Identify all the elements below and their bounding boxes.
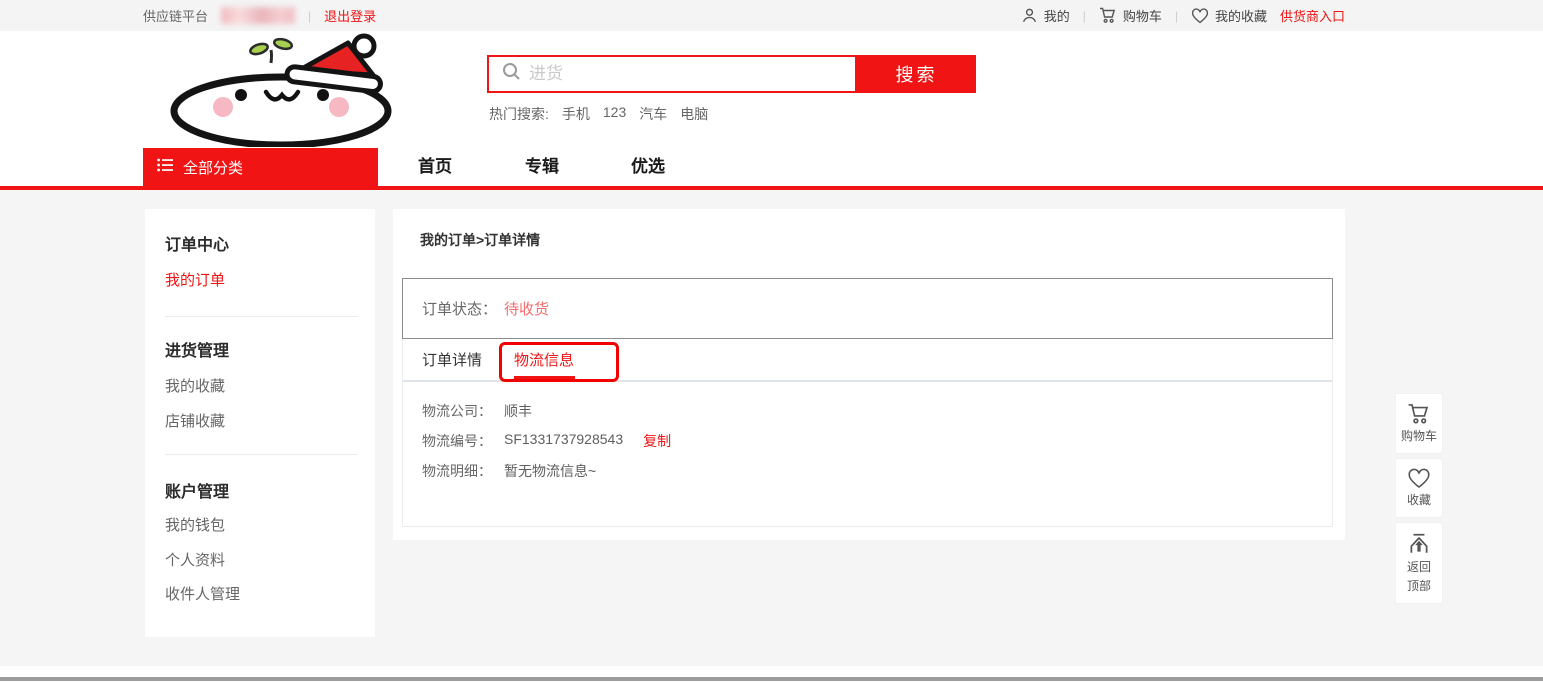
sidebar-item-shop-favorites[interactable]: 店铺收藏 xyxy=(165,410,225,431)
sidebar-item-profile[interactable]: 个人资料 xyxy=(165,549,225,570)
logistics-company-label: 物流公司： xyxy=(422,401,504,421)
hot-search-item[interactable]: 手机 xyxy=(562,104,590,124)
sidebar-item-my-favorites[interactable]: 我的收藏 xyxy=(165,375,225,396)
tab-row: 订单详情 物流信息 xyxy=(403,339,1332,382)
heart-icon xyxy=(1407,468,1431,489)
search-input[interactable] xyxy=(529,64,855,84)
sidebar-section-purchase-mgmt: 进货管理 xyxy=(165,337,229,361)
search-button[interactable]: 搜索 xyxy=(857,55,976,93)
back-to-top-icon xyxy=(1407,532,1431,556)
hot-search-label: 热门搜索: xyxy=(489,104,549,124)
order-status-box: 订单状态： 待收货 xyxy=(402,278,1333,339)
hot-search-item[interactable]: 123 xyxy=(603,104,626,124)
cart-icon xyxy=(1407,403,1431,425)
sidebar-item-my-orders[interactable]: 我的订单 xyxy=(165,269,225,290)
all-categories-button[interactable]: 全部分类 xyxy=(143,148,378,186)
cart-link[interactable]: 购物车 xyxy=(1099,6,1162,25)
topbar-divider: | xyxy=(308,9,311,23)
sidebar-divider xyxy=(165,316,358,317)
nav-item-home[interactable]: 首页 xyxy=(418,148,452,186)
logistics-number-label: 物流编号： xyxy=(422,431,504,451)
main-nav: 全部分类 首页 专辑 优选 xyxy=(0,148,1543,186)
order-status-value: 待收货 xyxy=(504,298,549,319)
logistics-number-row: 物流编号： SF1331737928543 复制 xyxy=(422,431,671,451)
logistics-company-row: 物流公司： 顺丰 xyxy=(422,401,532,421)
logistics-number-value: SF1331737928543 xyxy=(504,431,623,451)
order-status-label: 订单状态： xyxy=(422,298,497,319)
order-detail-panel: 我的订单>订单详情 订单状态： 待收货 订单详情 物流信息 物流公司： 顺丰 物… xyxy=(393,209,1345,540)
topbar-right: 我的 | 购物车 | 我的收藏 供货商入口 xyxy=(1021,0,1345,31)
sidebar-item-my-wallet[interactable]: 我的钱包 xyxy=(165,514,225,535)
topbar-divider: | xyxy=(1175,9,1178,23)
search-icon xyxy=(502,62,521,86)
float-favorite-button[interactable]: 收藏 xyxy=(1395,458,1443,518)
back-to-top-button[interactable]: 返回 顶部 xyxy=(1395,522,1443,604)
breadcrumb: 我的订单>订单详情 xyxy=(420,230,540,250)
category-list-icon xyxy=(157,158,173,176)
logistics-company-value: 顺丰 xyxy=(504,401,532,421)
topbar-left: 供应链平台 | 退出登录 xyxy=(143,0,376,31)
account-sidebar: 订单中心 我的订单 进货管理 我的收藏 店铺收藏 账户管理 我的钱包 个人资料 … xyxy=(145,209,375,637)
my-account-link[interactable]: 我的 xyxy=(1021,6,1070,25)
sidebar-section-order-center: 订单中心 xyxy=(165,231,229,255)
copy-button[interactable]: 复制 xyxy=(643,431,671,451)
supplier-entry-link[interactable]: 供货商入口 xyxy=(1280,6,1345,25)
back-to-top-label-1: 返回 xyxy=(1407,559,1431,575)
person-icon xyxy=(1021,7,1038,24)
logistics-detail-label: 物流明细： xyxy=(422,461,504,481)
cart-icon xyxy=(1099,7,1117,24)
order-tabs-box: 订单详情 物流信息 物流公司： 顺丰 物流编号： SF1331737928543… xyxy=(402,339,1333,527)
search-bar: 搜索 xyxy=(487,55,976,93)
search-box xyxy=(487,55,857,93)
topbar: 供应链平台 | 退出登录 我的 | 购物车 | xyxy=(0,0,1543,31)
heart-icon xyxy=(1191,8,1209,24)
float-cart-label: 购物车 xyxy=(1401,428,1437,444)
nav-item-album[interactable]: 专辑 xyxy=(525,148,559,186)
logistics-detail-value: 暂无物流信息~ xyxy=(504,461,596,481)
float-cart-button[interactable]: 购物车 xyxy=(1395,393,1443,454)
back-to-top-label-2: 顶部 xyxy=(1407,578,1431,594)
floating-toolbar: 购物车 收藏 返回 顶部 xyxy=(1395,393,1443,604)
hot-search-row: 热门搜索: 手机 123 汽车 电脑 xyxy=(489,104,708,124)
topbar-divider: | xyxy=(1083,9,1086,23)
sidebar-item-recipient-mgmt[interactable]: 收件人管理 xyxy=(165,583,240,604)
hot-search-item[interactable]: 汽车 xyxy=(639,104,667,124)
float-favorite-label: 收藏 xyxy=(1407,492,1431,508)
sidebar-section-account-mgmt: 账户管理 xyxy=(165,478,229,502)
nav-item-preferred[interactable]: 优选 xyxy=(631,148,665,186)
all-categories-label: 全部分类 xyxy=(183,157,243,178)
favorites-link[interactable]: 我的收藏 xyxy=(1191,6,1267,25)
logistics-detail-row: 物流明细： 暂无物流信息~ xyxy=(422,461,596,481)
username-blurred xyxy=(221,7,295,24)
horizontal-scrollbar[interactable] xyxy=(0,677,1543,681)
hot-search-item[interactable]: 电脑 xyxy=(680,104,708,124)
site-logo[interactable] xyxy=(170,33,395,147)
logout-link[interactable]: 退出登录 xyxy=(324,6,376,25)
tab-order-detail[interactable]: 订单详情 xyxy=(422,339,482,382)
brand-title: 供应链平台 xyxy=(143,6,208,25)
active-tab-underline xyxy=(514,376,575,379)
sidebar-divider xyxy=(165,454,358,455)
